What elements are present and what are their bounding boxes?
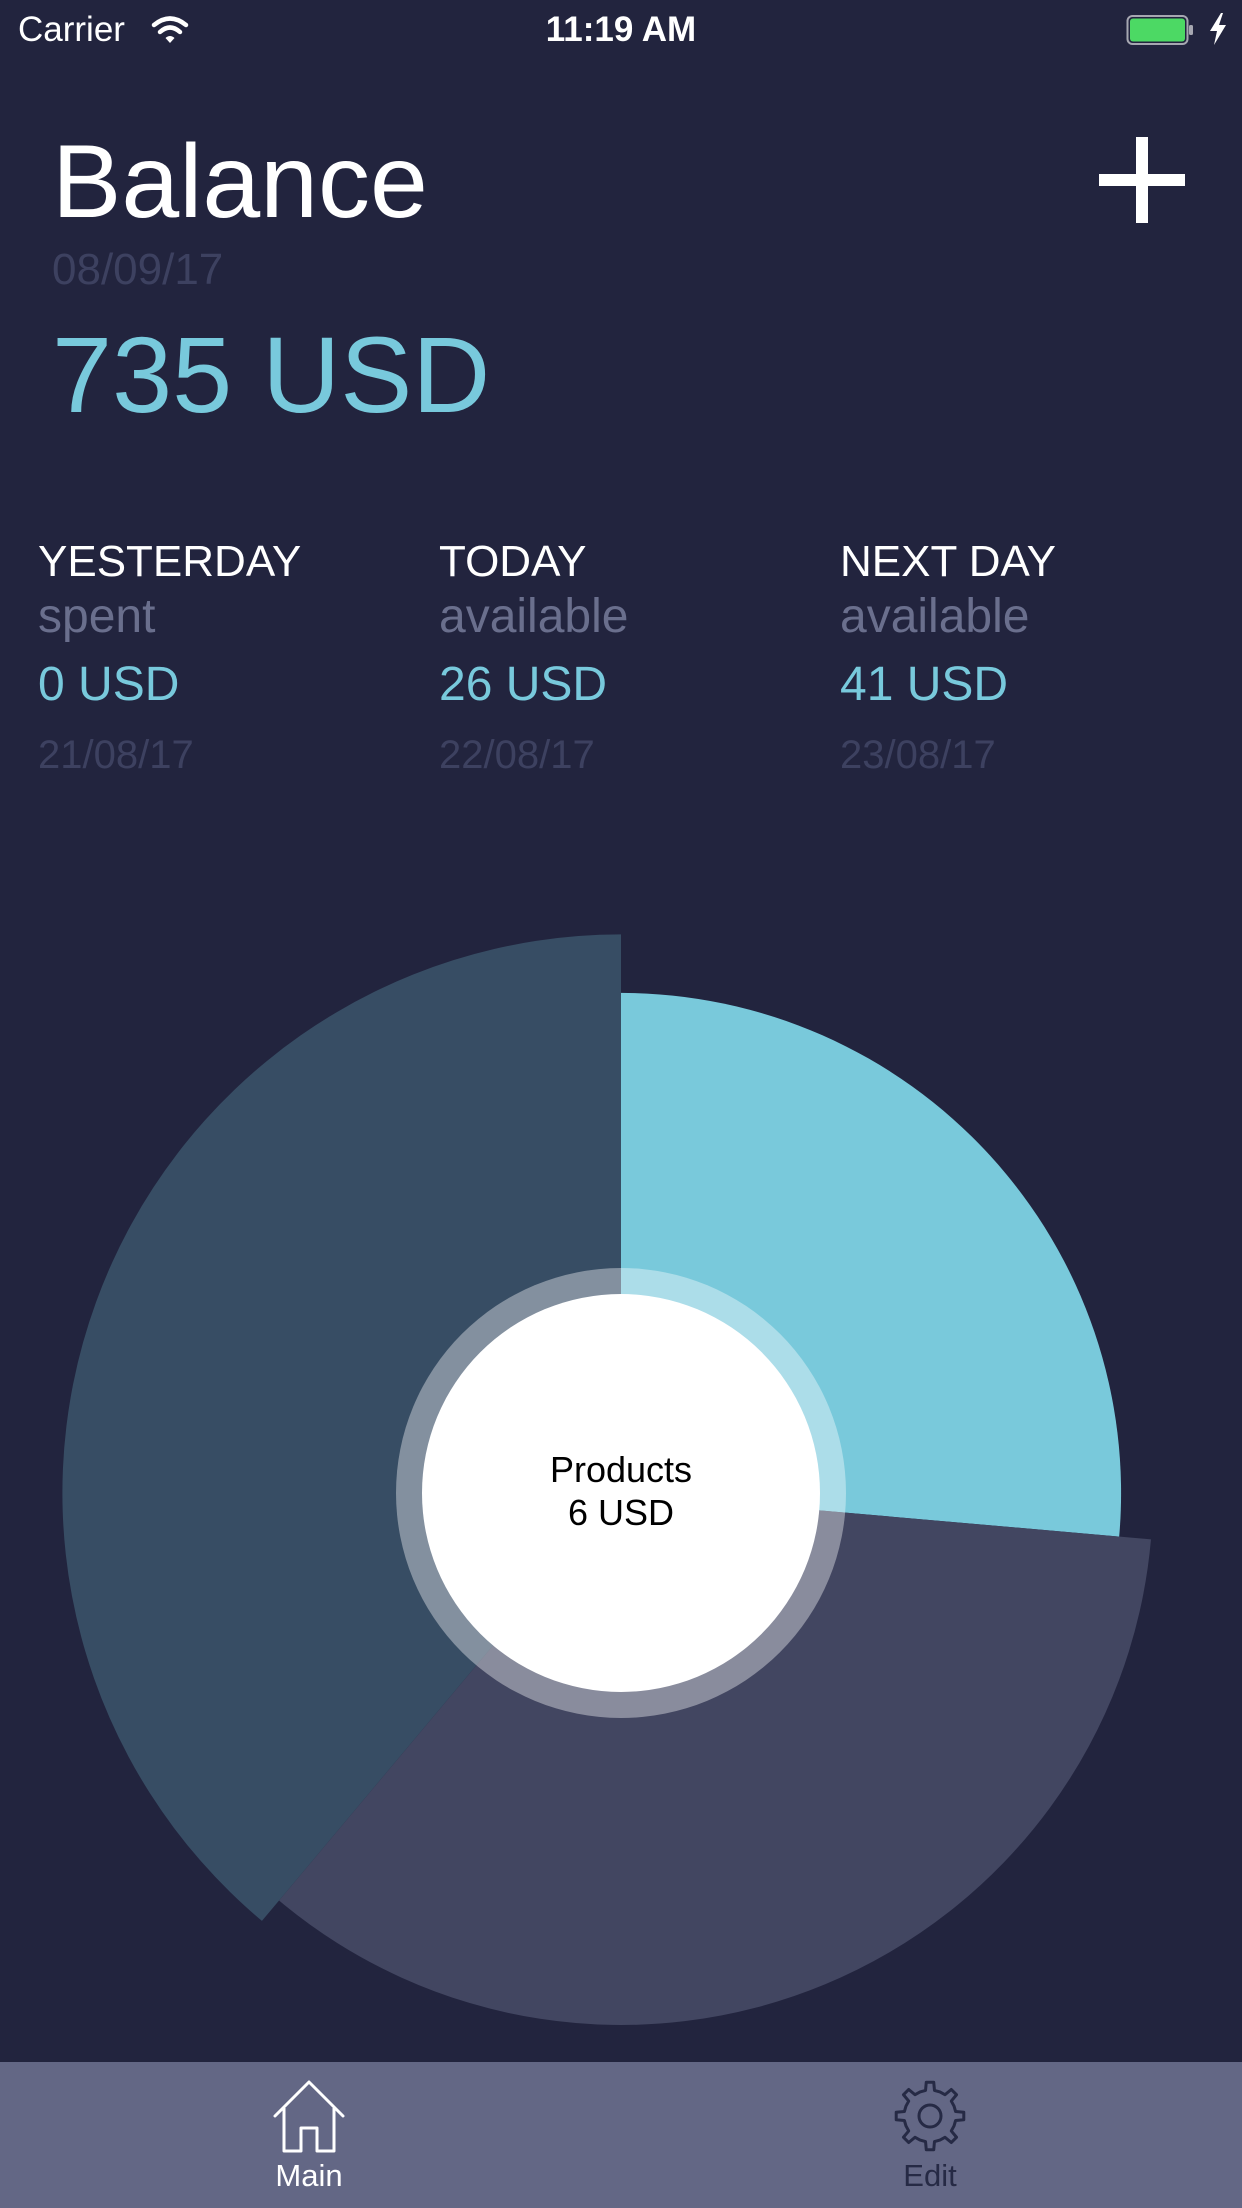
tab-edit-label: Edit	[903, 2158, 957, 2193]
balance-date: 08/09/17	[52, 245, 224, 294]
day-amount: 0 USD	[38, 658, 180, 711]
page-title: Balance	[52, 124, 428, 240]
center-label: Products 6 USD	[421, 1448, 821, 1534]
day-subtitle: available	[439, 590, 629, 643]
day-title: TODAY	[439, 537, 587, 586]
tab-bar: Main Edit	[0, 2062, 1242, 2208]
balance-amount: 735 USD	[52, 314, 491, 435]
day-date: 22/08/17	[439, 733, 595, 777]
status-bar: Carrier 11:19 AM	[0, 0, 1242, 60]
day-amount: 26 USD	[439, 658, 608, 711]
center-amount: 6 USD	[567, 1492, 675, 1533]
day-subtitle: spent	[38, 590, 156, 643]
status-time: 11:19 AM	[545, 10, 697, 49]
battery-icon	[1126, 15, 1193, 45]
add-button[interactable]	[1092, 130, 1192, 230]
day-summary-next-day: NEXT DAY available 41 USD 23/08/17	[840, 535, 1220, 779]
day-date: 23/08/17	[840, 733, 996, 777]
day-summary-yesterday: YESTERDAY spent 0 USD 21/08/17	[38, 535, 418, 779]
home-icon	[273, 2080, 345, 2153]
day-subtitle: available	[840, 590, 1030, 643]
day-title: YESTERDAY	[38, 537, 302, 586]
day-date: 21/08/17	[38, 733, 194, 777]
gear-icon	[894, 2080, 966, 2152]
day-summary-today: TODAY available 26 USD 22/08/17	[439, 535, 819, 779]
charging-bolt-icon	[1210, 13, 1226, 45]
tab-main[interactable]: Main	[159, 2062, 459, 2208]
center-category: Products	[549, 1449, 693, 1490]
day-title: NEXT DAY	[840, 537, 1056, 586]
tab-edit[interactable]: Edit	[780, 2062, 1080, 2208]
day-amount: 41 USD	[840, 658, 1009, 711]
tab-main-label: Main	[275, 2158, 343, 2193]
